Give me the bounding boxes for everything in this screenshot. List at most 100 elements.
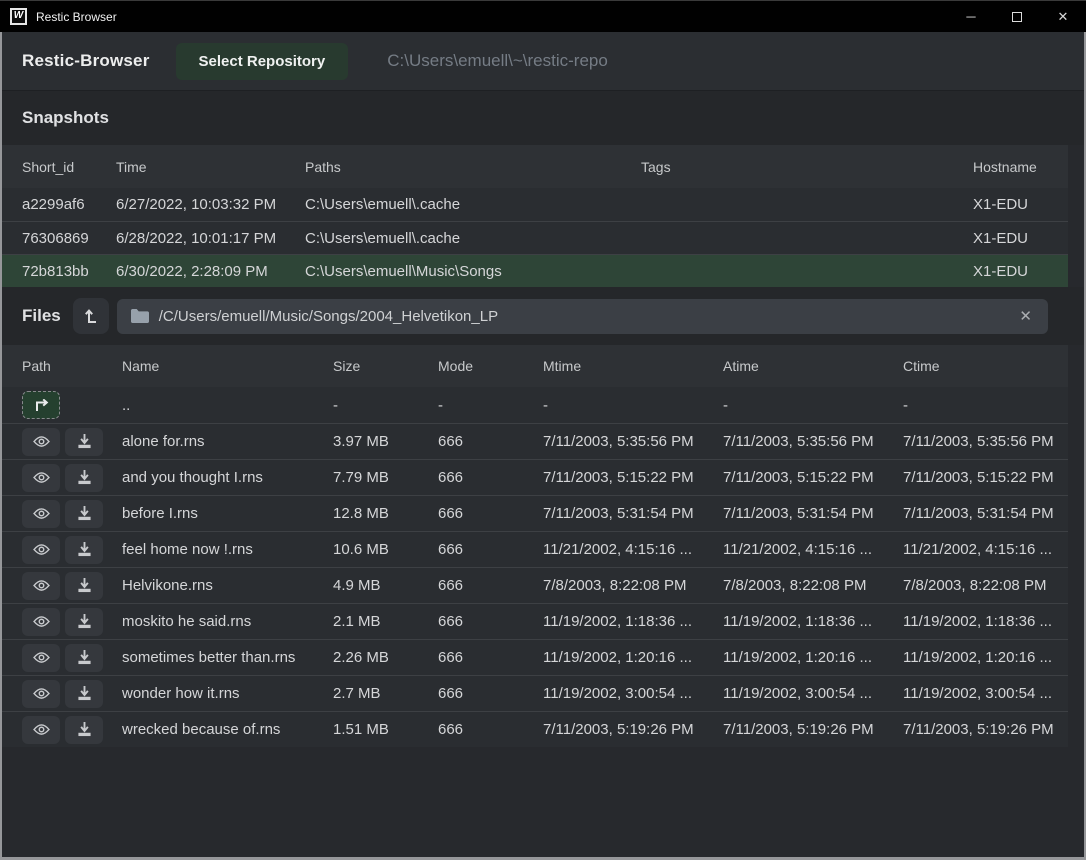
snapshot-short-id: 76306869 — [22, 230, 116, 247]
download-icon — [77, 578, 92, 593]
file-row: Helvikone.rns 4.9 MB 666 7/8/2003, 8:22:… — [2, 567, 1068, 603]
eye-icon — [33, 615, 50, 628]
window-title: Restic Browser — [36, 10, 117, 24]
file-atime: 7/11/2003, 5:19:26 PM — [723, 721, 903, 738]
preview-file-button[interactable] — [22, 680, 60, 708]
app-header: Restic-Browser Select Repository C:\User… — [2, 32, 1084, 90]
file-mode: 666 — [438, 649, 543, 666]
snapshot-short-id: a2299af6 — [22, 196, 116, 213]
current-path-bar: /C/Users/emuell/Music/Songs/2004_Helveti… — [117, 299, 1048, 334]
column-paths: Paths — [305, 159, 641, 175]
file-mode: 666 — [438, 721, 543, 738]
download-file-button[interactable] — [65, 608, 103, 636]
column-tags: Tags — [641, 159, 973, 175]
download-file-button[interactable] — [65, 428, 103, 456]
download-file-button[interactable] — [65, 536, 103, 564]
download-file-button[interactable] — [65, 572, 103, 600]
file-mtime: - — [543, 397, 723, 414]
preview-file-button[interactable] — [22, 500, 60, 528]
file-mode: 666 — [438, 433, 543, 450]
column-name: Name — [122, 358, 333, 374]
file-name: alone for.rns — [122, 433, 333, 450]
file-ctime: 11/19/2002, 3:00:54 ... — [903, 685, 1068, 702]
column-atime: Atime — [723, 358, 903, 374]
select-repository-button[interactable]: Select Repository — [176, 43, 349, 80]
close-button[interactable]: ✕ — [1040, 1, 1086, 32]
file-atime: - — [723, 397, 903, 414]
eye-icon — [33, 687, 50, 700]
file-name: sometimes better than.rns — [122, 649, 333, 666]
file-row: sometimes better than.rns 2.26 MB 666 11… — [2, 639, 1068, 675]
file-atime: 7/11/2003, 5:35:56 PM — [723, 433, 903, 450]
preview-file-button[interactable] — [22, 464, 60, 492]
file-ctime: 11/21/2002, 4:15:16 ... — [903, 541, 1068, 558]
snapshots-table-body: a2299af6 6/27/2022, 10:03:32 PM C:\Users… — [2, 188, 1084, 287]
file-atime: 7/11/2003, 5:31:54 PM — [723, 505, 903, 522]
file-atime: 11/19/2002, 1:18:36 ... — [723, 613, 903, 630]
snapshot-row[interactable]: 76306869 6/28/2022, 10:01:17 PM C:\Users… — [2, 221, 1068, 254]
file-mode: 666 — [438, 469, 543, 486]
snapshot-row[interactable]: 72b813bb 6/30/2022, 2:28:09 PM C:\Users\… — [2, 254, 1068, 287]
column-short-id: Short_id — [22, 159, 116, 175]
files-title: Files — [22, 306, 61, 326]
file-atime: 11/19/2002, 3:00:54 ... — [723, 685, 903, 702]
file-mtime: 7/8/2003, 8:22:08 PM — [543, 577, 723, 594]
go-to-root-button[interactable] — [73, 298, 109, 334]
snapshot-short-id: 72b813bb — [22, 263, 116, 280]
file-ctime: 7/11/2003, 5:31:54 PM — [903, 505, 1068, 522]
file-row: alone for.rns 3.97 MB 666 7/11/2003, 5:3… — [2, 423, 1068, 459]
file-name: feel home now !.rns — [122, 541, 333, 558]
go-up-directory-button[interactable] — [22, 391, 60, 419]
column-time: Time — [116, 159, 305, 175]
snapshot-time: 6/30/2022, 2:28:09 PM — [116, 263, 305, 280]
download-icon — [77, 650, 92, 665]
snapshots-title: Snapshots — [22, 108, 109, 128]
snapshot-paths: C:\Users\emuell\.cache — [305, 196, 641, 213]
column-path: Path — [22, 358, 122, 374]
file-mode: - — [438, 397, 543, 414]
column-size: Size — [333, 358, 438, 374]
eye-icon — [33, 579, 50, 592]
maximize-button[interactable] — [994, 1, 1040, 32]
eye-icon — [33, 471, 50, 484]
file-mode: 666 — [438, 577, 543, 594]
eye-icon — [33, 723, 50, 736]
download-icon — [77, 506, 92, 521]
column-ctime: Ctime — [903, 358, 1068, 374]
preview-file-button[interactable] — [22, 572, 60, 600]
download-file-button[interactable] — [65, 716, 103, 744]
eye-icon — [33, 507, 50, 520]
eye-icon — [33, 543, 50, 556]
app-icon: W — [10, 8, 27, 25]
file-mtime: 7/11/2003, 5:19:26 PM — [543, 721, 723, 738]
file-atime: 7/11/2003, 5:15:22 PM — [723, 469, 903, 486]
file-mode: 666 — [438, 541, 543, 558]
snapshot-time: 6/27/2022, 10:03:32 PM — [116, 196, 305, 213]
preview-file-button[interactable] — [22, 716, 60, 744]
file-size: 7.79 MB — [333, 469, 438, 486]
file-row: wrecked because of.rns 1.51 MB 666 7/11/… — [2, 711, 1068, 747]
files-table-header: Path Name Size Mode Mtime Atime Ctime — [2, 345, 1068, 387]
snapshot-row[interactable]: a2299af6 6/27/2022, 10:03:32 PM C:\Users… — [2, 188, 1068, 221]
file-size: 3.97 MB — [333, 433, 438, 450]
file-ctime: 7/8/2003, 8:22:08 PM — [903, 577, 1068, 594]
download-file-button[interactable] — [65, 464, 103, 492]
file-size: 1.51 MB — [333, 721, 438, 738]
file-mtime: 11/19/2002, 1:18:36 ... — [543, 613, 723, 630]
minimize-icon: ─ — [966, 9, 975, 24]
minimize-button[interactable]: ─ — [948, 1, 994, 32]
file-size: 2.1 MB — [333, 613, 438, 630]
preview-file-button[interactable] — [22, 536, 60, 564]
snapshot-paths: C:\Users\emuell\.cache — [305, 230, 641, 247]
clear-path-icon[interactable]: ✕ — [1017, 307, 1034, 325]
download-file-button[interactable] — [65, 500, 103, 528]
preview-file-button[interactable] — [22, 608, 60, 636]
download-file-button[interactable] — [65, 644, 103, 672]
preview-file-button[interactable] — [22, 644, 60, 672]
snapshots-table-header: Short_id Time Paths Tags Hostname — [2, 145, 1068, 188]
snapshot-paths: C:\Users\emuell\Music\Songs — [305, 263, 641, 280]
preview-file-button[interactable] — [22, 428, 60, 456]
file-atime: 7/8/2003, 8:22:08 PM — [723, 577, 903, 594]
file-atime: 11/21/2002, 4:15:16 ... — [723, 541, 903, 558]
download-file-button[interactable] — [65, 680, 103, 708]
